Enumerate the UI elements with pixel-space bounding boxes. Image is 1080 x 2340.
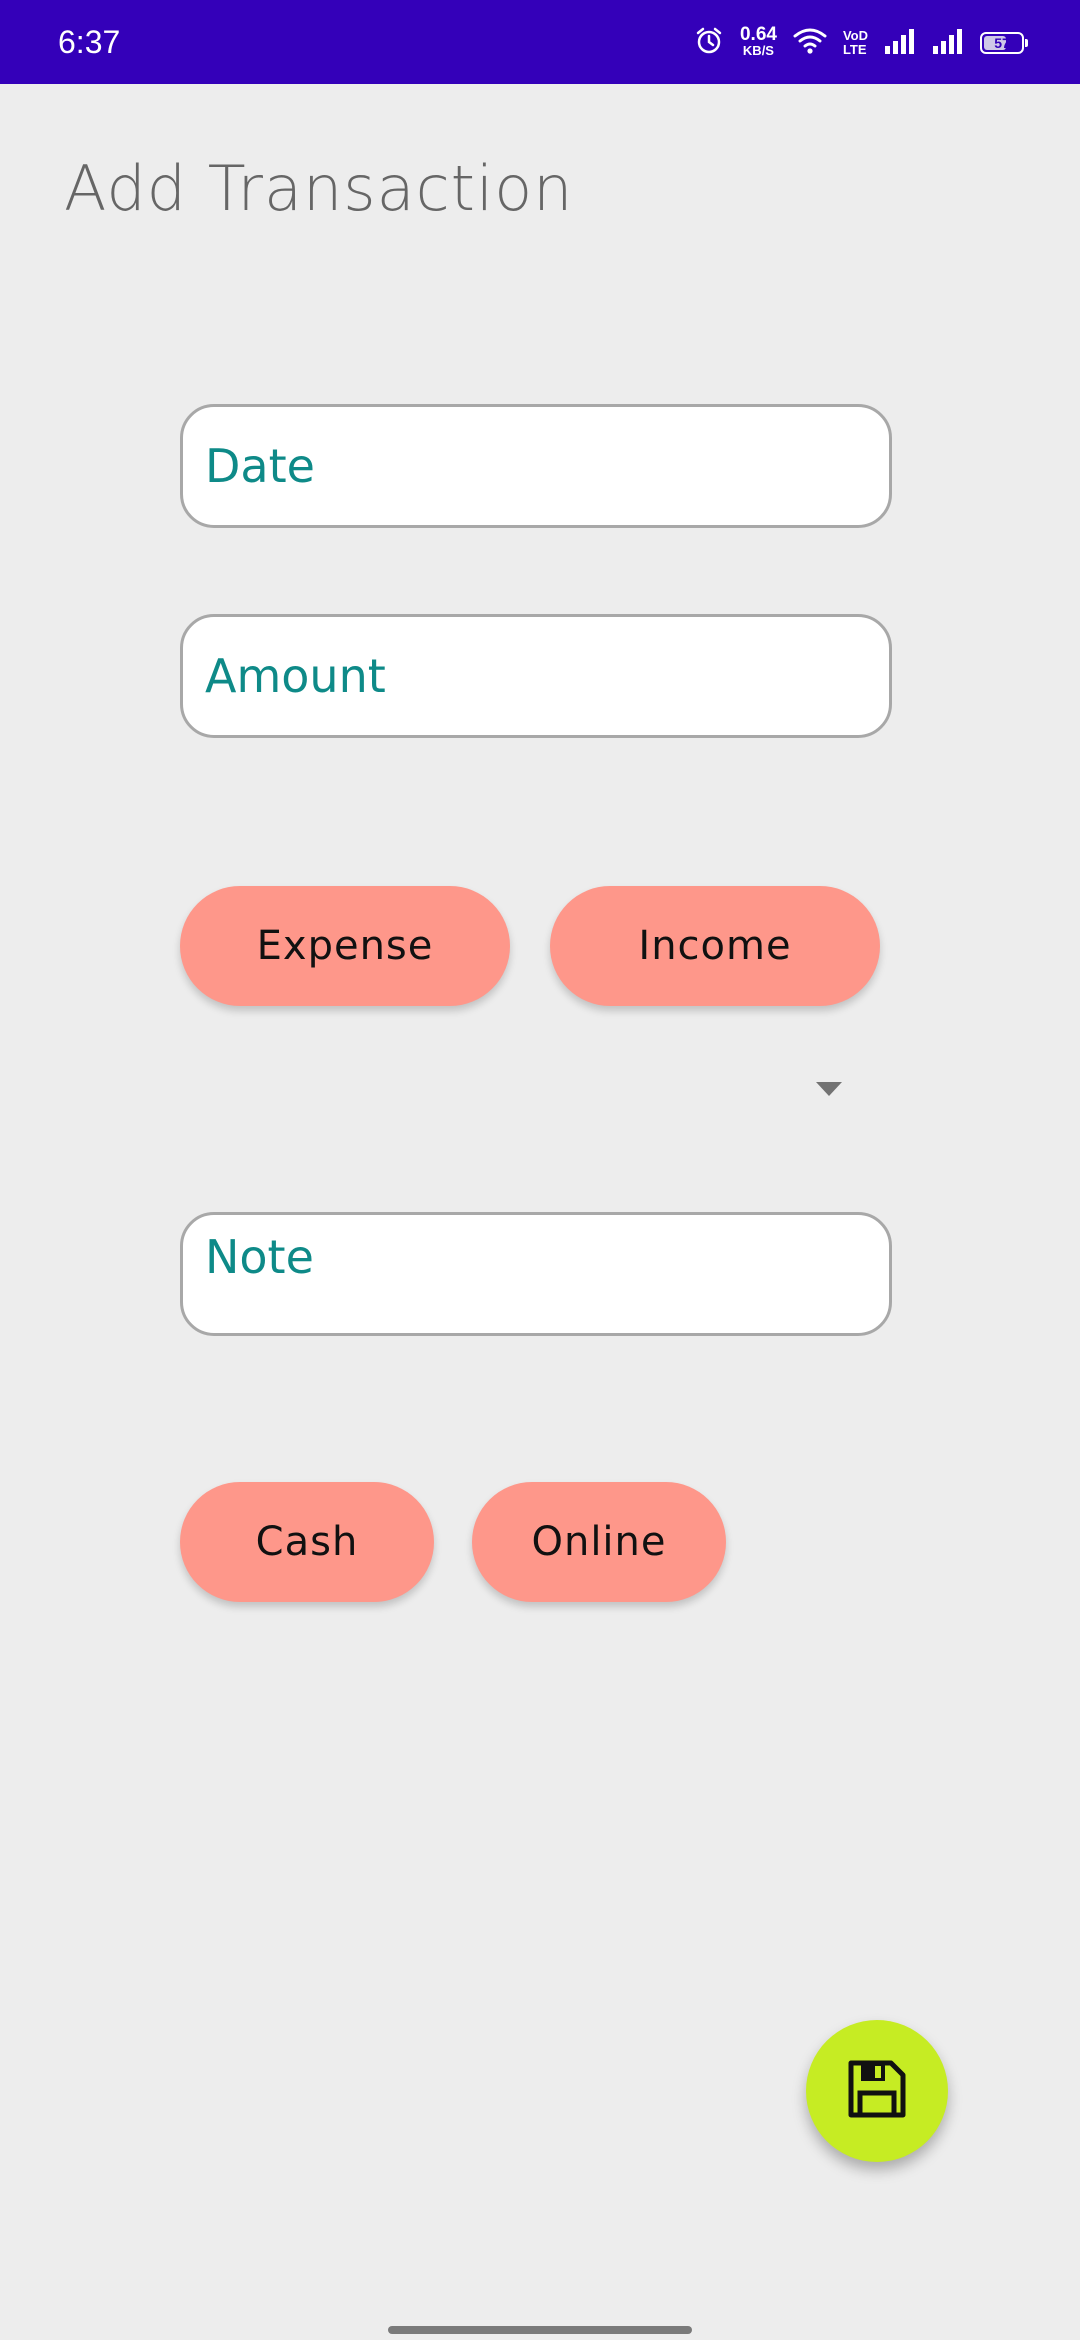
dropdown-arrow-icon[interactable] [816,1082,842,1096]
wifi-icon [793,27,827,59]
date-input[interactable] [203,438,869,494]
cash-button[interactable]: Cash [180,1482,434,1602]
online-button[interactable]: Online [472,1482,726,1602]
signal-icon [932,28,964,58]
battery-level: 57 [994,35,1010,51]
volte-bottom-label: LTE [842,42,867,57]
volte-top-label: VoD [842,28,868,43]
note-field[interactable] [180,1212,892,1336]
signal-icon [884,28,916,58]
battery-icon: 57 [980,32,1028,54]
network-speed-unit: KB/S [742,43,774,58]
income-button[interactable]: Income [550,886,880,1006]
status-bar: 6:37 0.64 KB/S VoD LTE 57 [0,0,1080,84]
amount-input[interactable] [203,648,869,704]
category-dropdown[interactable] [180,1050,892,1130]
volte-icon: VoD LTE [843,29,868,57]
save-fab-button[interactable] [806,2020,948,2162]
status-icons: 0.64 KB/S VoD LTE 57 [694,22,1028,64]
network-speed: 0.64 KB/S [739,24,777,59]
network-speed-value: 0.64 [739,24,777,45]
amount-field[interactable] [180,614,892,738]
expense-button[interactable]: Expense [180,886,510,1006]
status-time: 6:37 [58,24,121,60]
save-icon [845,2057,909,2125]
home-gesture-handle[interactable] [388,2326,692,2334]
date-field[interactable] [180,404,892,528]
page-title: Add Transaction [64,152,574,225]
note-input[interactable] [203,1229,869,1285]
alarm-icon [694,26,724,60]
